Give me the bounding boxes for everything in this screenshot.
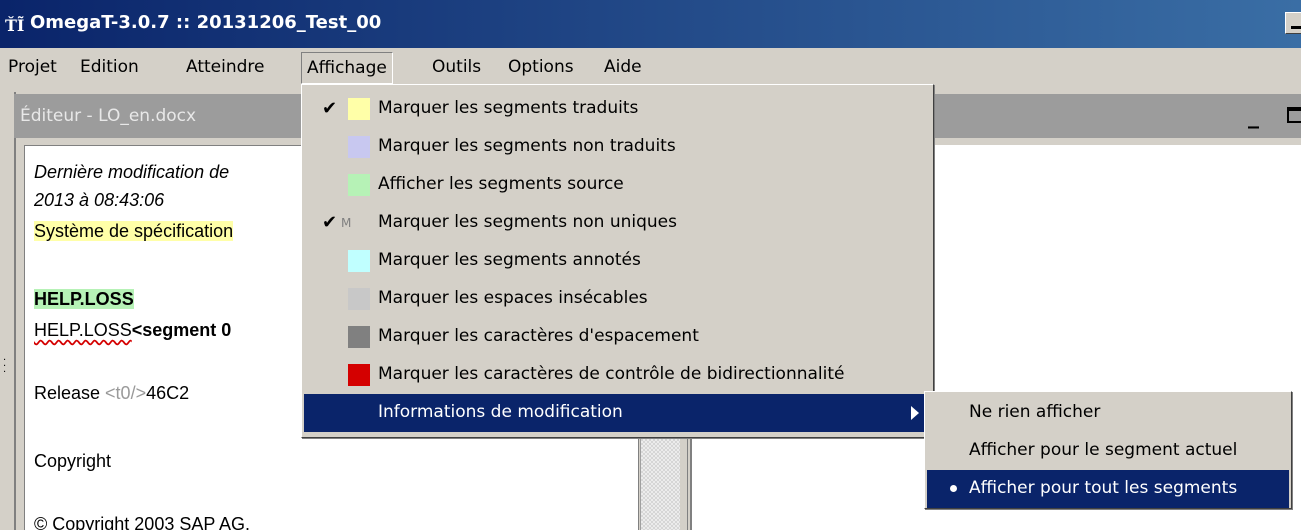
check-icon: ✔ [322,212,338,233]
window-title: OmegaT-3.0.7 :: 20131206_Test_00 [30,12,382,33]
menu-item-mark-whitespace[interactable]: Marquer les caractères d'espacement [304,318,931,356]
menubar: Projet Edition Atteindre Affichage Outil… [0,48,1301,86]
menu-item-label: Marquer les espaces insécables [378,288,648,308]
menu-item-modification-info[interactable]: Informations de modification [304,394,931,432]
submenu-item-show-nothing[interactable]: Ne rien afficher [927,394,1289,432]
submenu-item-show-all[interactable]: Afficher pour tout les segments [927,470,1289,508]
left-gutter: · · · [0,86,14,530]
editor-minimize-button[interactable]: _ [1248,106,1259,128]
segment-marker: <segment 0 [131,320,232,340]
omegat-app-icon: ŤĨ [5,14,24,35]
submenu-item-label: Afficher pour le segment actuel [969,440,1238,460]
submenu-item-show-current[interactable]: Afficher pour le segment actuel [927,432,1289,470]
submenu-item-label: Afficher pour tout les segments [969,478,1238,498]
menu-outils[interactable]: Outils [432,54,481,82]
menu-options[interactable]: Options [508,54,574,82]
misspelled-word: HELP.LOSS [34,320,132,340]
editor-title: Éditeur - LO_en.docx [20,106,197,126]
submenu-item-label: Ne rien afficher [969,402,1101,422]
menu-item-mark-annotated[interactable]: Marquer les segments annotés [304,242,931,280]
check-icon: ✔ [322,98,338,119]
window-minimize-button[interactable] [1285,12,1301,34]
svg-text:ŤĨ: ŤĨ [5,14,24,35]
inline-tag: <t0/> [105,383,147,403]
submenu-arrow-icon [911,406,919,420]
release-segment[interactable]: Release <t0/>46C2 [34,383,189,404]
menu-item-label: Afficher les segments source [378,174,624,194]
menu-item-mark-untranslated[interactable]: Marquer les segments non traduits [304,128,931,166]
menu-item-mark-bidi[interactable]: Marquer les caractères de contrôle de bi… [304,356,931,394]
color-swatch-icon [348,250,370,272]
menu-item-label: Informations de modification [378,402,623,422]
menu-item-label: Marquer les segments annotés [378,250,641,270]
menu-item-label: Marquer les segments non traduits [378,136,676,156]
translated-segment[interactable]: Système de spécification [34,221,234,241]
color-swatch-icon [348,326,370,348]
active-segment-line[interactable]: HELP.LOSS<segment 0 [34,320,231,341]
menu-item-label: Marquer les segments traduits [378,98,639,118]
menu-item-mark-nbsp[interactable]: Marquer les espaces insécables [304,280,931,318]
color-swatch-icon [348,364,370,386]
color-swatch-icon [348,98,370,120]
color-swatch-icon [348,174,370,196]
affichage-dropdown-menu: ✔ Marquer les segments traduits Marquer … [301,84,934,438]
menu-edition[interactable]: Edition [80,54,139,82]
radio-bullet-icon [950,485,957,492]
menu-item-mark-non-unique[interactable]: ✔ M Marquer les segments non uniques [304,204,931,242]
menu-projet[interactable]: Projet [8,54,57,82]
menu-item-show-source[interactable]: Afficher les segments source [304,166,931,204]
menu-item-label: Marquer les caractères de contrôle de bi… [378,364,845,384]
menu-affichage[interactable]: Affichage [301,52,393,84]
color-swatch-icon [348,136,370,158]
source-segment[interactable]: HELP.LOSS [34,289,134,309]
modification-info-submenu: Ne rien afficher Afficher pour le segmen… [924,391,1292,509]
menu-item-label: Marquer les caractères d'espacement [378,326,699,346]
editor-restore-button[interactable] [1287,107,1301,123]
copyright-segment[interactable]: Copyright [34,451,111,472]
segment-modified-date: 2013 à 08:43:06 [34,190,165,210]
menu-item-label: Marquer les segments non uniques [378,212,677,232]
color-swatch-icon [348,288,370,310]
segment-modified-info: Dernière modification de [34,162,230,182]
release-version: 46C2 [146,383,190,403]
menu-atteindre[interactable]: Atteindre [186,54,264,82]
window-titlebar[interactable]: ŤĨ OmegaT-3.0.7 :: 20131206_Test_00 [0,0,1301,48]
menu-aide[interactable]: Aide [604,54,642,82]
copyright-notice-segment[interactable]: © Copyright 2003 SAP AG. [34,514,250,530]
release-text: Release [34,383,106,403]
splitter-grip[interactable]: · · · [3,356,6,378]
menu-item-mark-translated[interactable]: ✔ Marquer les segments traduits [304,90,931,128]
non-unique-marker-icon: M [341,216,352,230]
